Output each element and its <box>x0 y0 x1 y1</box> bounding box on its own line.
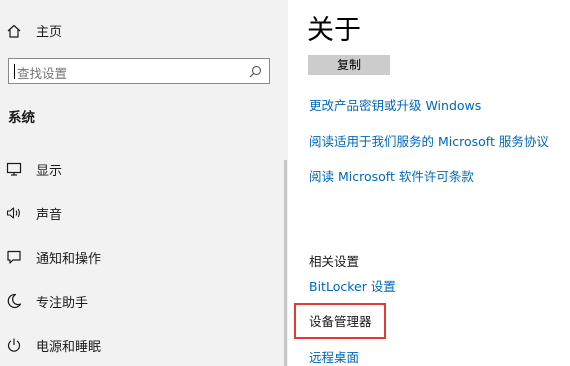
text-cursor <box>14 64 15 79</box>
link-bitlocker-settings[interactable]: BitLocker 设置 <box>309 276 396 295</box>
search-placeholder: 查找设置 <box>17 66 68 81</box>
sidebar-item-notifications[interactable]: 通知和操作 <box>0 239 284 275</box>
sidebar-item-label: 显示 <box>36 164 63 179</box>
copy-button[interactable]: 复制 <box>308 55 390 75</box>
link-microsoft-services-agreement[interactable]: 阅读适用于我们服务的 Microsoft 服务协议 <box>309 131 549 150</box>
sidebar-item-power-sleep[interactable]: 电源和睡眠 <box>0 327 284 363</box>
home-icon <box>7 24 21 38</box>
search-field[interactable]: 查找设置 <box>8 58 270 84</box>
sidebar-item-label: 通知和操作 <box>36 252 102 267</box>
moon-icon <box>7 293 22 308</box>
sidebar-item-label: 专注助手 <box>36 296 89 311</box>
sidebar-item-label: 电源和睡眠 <box>36 340 102 355</box>
link-remote-desktop[interactable]: 远程桌面 <box>309 347 359 366</box>
nav-home[interactable]: 主页 <box>0 15 288 45</box>
speaker-icon <box>6 207 20 219</box>
section-title-system: 系统 <box>8 110 35 126</box>
link-software-license-terms[interactable]: 阅读 Microsoft 软件许可条款 <box>309 166 474 185</box>
sidebar-item-label: 声音 <box>36 208 63 223</box>
settings-sidebar: 主页 查找设置 系统 显示 声音 通知和操作 专注助手 电源和睡眠 <box>0 0 288 366</box>
search-icon[interactable] <box>249 65 262 78</box>
device-manager-highlight-box <box>294 303 386 339</box>
page-title: 关于 <box>307 15 361 46</box>
related-settings-heading: 相关设置 <box>309 254 360 269</box>
sidebar-item-display[interactable]: 显示 <box>0 151 284 187</box>
link-change-product-key[interactable]: 更改产品密钥或升级 Windows <box>309 95 481 114</box>
copy-button-label: 复制 <box>336 58 361 72</box>
sidebar-item-focus-assist[interactable]: 专注助手 <box>0 283 284 319</box>
nav-home-label: 主页 <box>36 25 63 40</box>
power-icon <box>7 338 21 352</box>
monitor-icon <box>6 162 22 176</box>
sidebar-scrollbar[interactable] <box>284 160 287 366</box>
message-icon <box>7 250 21 264</box>
sidebar-item-sound[interactable]: 声音 <box>0 195 284 231</box>
